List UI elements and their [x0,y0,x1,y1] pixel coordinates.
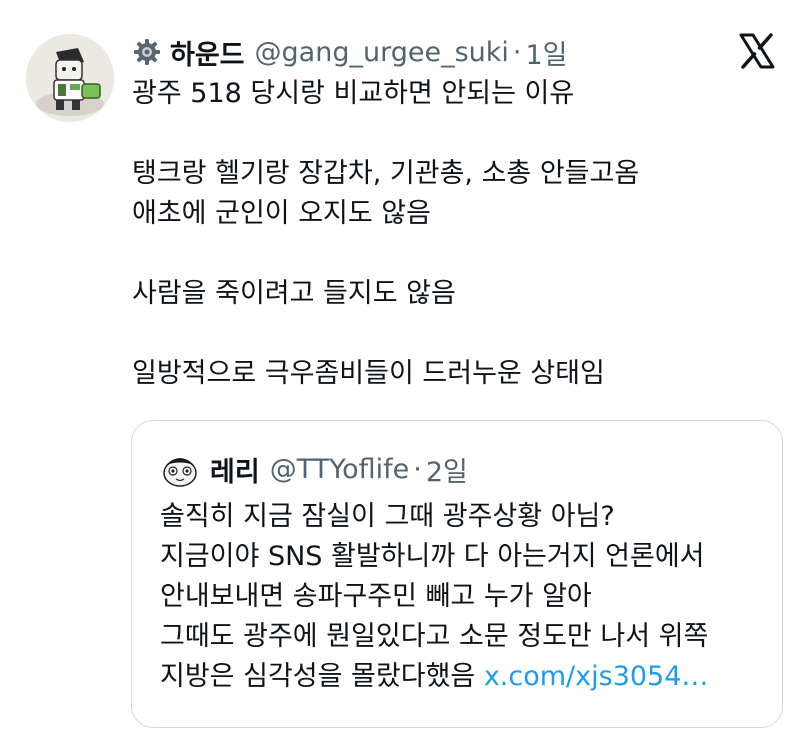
quoted-line-text: 지방은 심각성을 몰랐다했음 [160,661,484,692]
quoted-tweet-link[interactable]: x.com/xjs3054… [484,661,709,692]
quoted-author-handle[interactable]: @TTYoflife [270,454,410,485]
tweet-line: 광주 518 당시랑 비교하면 안되는 이유 [132,78,575,109]
quoted-line: 안내보내면 송파구주민 빼고 누가 알아 [160,581,592,612]
quoted-line: 지금이야 SNS 활발하니까 다 아는거지 언론에서 [160,541,705,572]
quoted-line: 솔직히 지금 잠실이 그때 광주상황 아님? [160,501,615,532]
tweet-timestamp[interactable]: 1일 [525,33,567,72]
tweet-line [132,114,772,154]
tweet-line: 탱크랑 헬기랑 장갑차, 기관총, 소총 안들고옴 [132,158,640,189]
tweet-line [132,314,772,354]
quoted-line-last: 지방은 심각성을 몰랐다했음 x.com/xjs3054… [160,657,770,697]
gear-icon [132,37,162,67]
quoted-author-name[interactable]: 레리 [210,450,260,489]
tweet-line: 애초에 군인이 오지도 않음 [132,198,431,229]
x-logo-icon[interactable] [738,32,776,70]
tweet-line: 사람을 죽이려고 들지도 않음 [132,278,456,309]
author-name[interactable]: 하운드 [170,33,245,72]
author-avatar[interactable] [26,34,114,122]
meta-separator: · [512,36,522,68]
tweet-header: 하운드 @gang_urgee_suki · 1일 [132,32,568,72]
quoted-author-avatar[interactable] [160,449,200,489]
quoted-tweet-text: 솔직히 지금 잠실이 그때 광주상황 아님? 지금이야 SNS 활발하니까 다 … [160,497,770,697]
tweet-line: 일방적으로 극우좀비들이 드러누운 상태임 [132,358,605,389]
quoted-tweet-header: 레리 @TTYoflife · 2일 [160,449,468,489]
quoted-tweet-card[interactable]: 레리 @TTYoflife · 2일 솔직히 지금 잠실이 그때 광주상황 아님… [131,420,783,728]
tweet-text: 광주 518 당시랑 비교하면 안되는 이유 탱크랑 헬기랑 장갑차, 기관총,… [132,74,772,394]
quoted-meta-separator: · [413,453,422,485]
tweet-line [132,234,772,274]
quoted-line: 그때도 광주에 뭔일있다고 소문 정도만 나서 위쪽 [160,621,709,652]
quoted-tweet-timestamp[interactable]: 2일 [426,450,468,489]
author-handle[interactable]: @gang_urgee_suki [255,37,509,68]
